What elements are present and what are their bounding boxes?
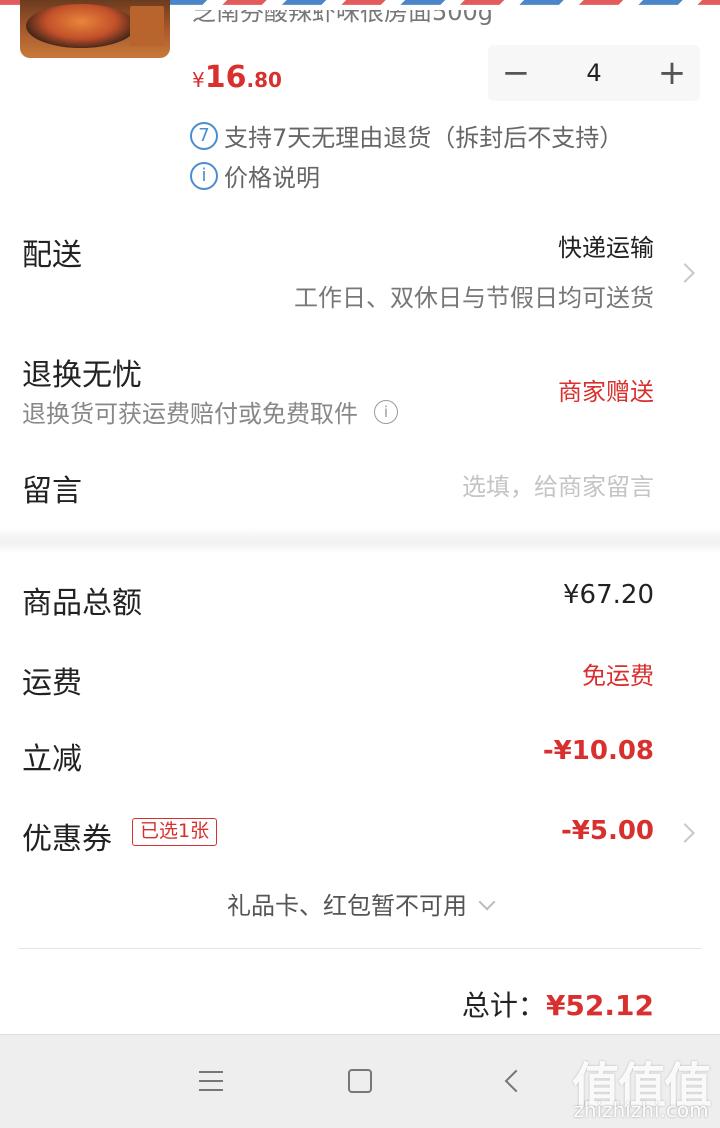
- watermark-url: zhizhizhi.com: [573, 1098, 709, 1122]
- shipping-value: 免运费: [582, 662, 654, 690]
- quantity-value[interactable]: 4: [544, 59, 644, 87]
- info-icon[interactable]: i: [374, 399, 398, 424]
- quantity-stepper: − 4 +: [488, 45, 700, 101]
- menu-icon[interactable]: [199, 1071, 223, 1091]
- back-icon[interactable]: [504, 1069, 528, 1093]
- discount-value: -¥10.08: [542, 736, 654, 766]
- giftcard-note: 礼品卡、红包暂不可用: [227, 892, 467, 920]
- return-policy: 7 支持7天无理由退货（拆封后不支持）: [190, 118, 623, 153]
- chevron-right-icon[interactable]: [675, 823, 695, 843]
- delivery-note: 工作日、双休日与节假日均可送货: [294, 284, 654, 312]
- chevron-down-icon: [478, 893, 496, 911]
- price-integer: 16: [204, 60, 247, 95]
- increase-quantity-button[interactable]: +: [644, 45, 700, 101]
- return-policy-text: 支持7天无理由退货（拆封后不支持）: [224, 124, 624, 152]
- returns-sub-text: 退换货可获运费赔付或免费取件: [22, 400, 358, 428]
- goods-total-value: ¥67.20: [563, 580, 654, 610]
- returns-subtext: 退换货可获运费赔付或免费取件 i: [22, 394, 398, 429]
- coupon-label: 优惠券: [22, 822, 112, 857]
- delivery-label: 配送: [22, 238, 82, 273]
- product-image-box: [130, 6, 164, 46]
- watermark: 值值值 zhizhizhi.com: [566, 1046, 716, 1124]
- price-currency: ¥: [192, 68, 205, 92]
- product-price: ¥16.80: [192, 60, 282, 95]
- total-label: 总计：: [461, 989, 546, 1022]
- goods-total-label: 商品总额: [22, 586, 142, 621]
- home-icon[interactable]: [348, 1069, 372, 1093]
- delivery-method[interactable]: 快递运输: [558, 228, 654, 263]
- message-label: 留言: [22, 474, 82, 509]
- price-decimal: .80: [246, 68, 282, 92]
- coupon-value[interactable]: -¥5.00: [561, 816, 654, 846]
- price-info-text[interactable]: 价格说明: [224, 158, 320, 193]
- info-icon: i: [190, 161, 218, 190]
- message-input[interactable]: 选填，给商家留言: [462, 467, 654, 502]
- coupon-selected-badge: 已选1张: [132, 818, 218, 846]
- summary-divider: [18, 948, 702, 949]
- price-info[interactable]: i 价格说明: [190, 158, 320, 193]
- product-thumbnail[interactable]: [20, 0, 170, 58]
- shipping-label: 运费: [22, 666, 82, 701]
- section-divider: [0, 528, 720, 554]
- product-image-bowl: [26, 4, 136, 48]
- order-total: 总计：¥52.12: [462, 984, 654, 1024]
- giftcard-toggle[interactable]: 礼品卡、红包暂不可用: [0, 886, 720, 921]
- total-value: ¥52.12: [545, 989, 654, 1022]
- decrease-quantity-button[interactable]: −: [488, 45, 544, 101]
- returns-label: 退换无忧: [22, 358, 142, 393]
- chevron-right-icon[interactable]: [675, 263, 695, 283]
- discount-label: 立减: [22, 742, 82, 777]
- return-7day-icon: 7: [190, 121, 218, 150]
- returns-value: 商家赠送: [558, 378, 654, 406]
